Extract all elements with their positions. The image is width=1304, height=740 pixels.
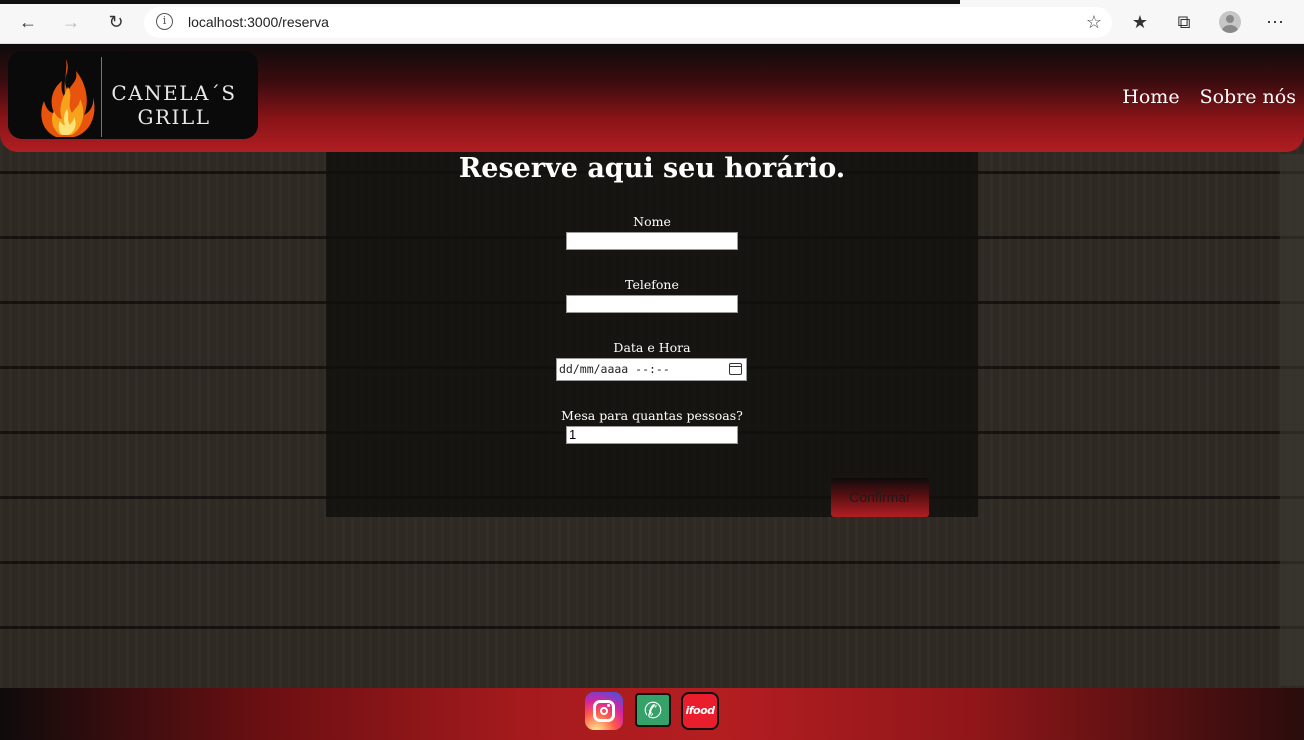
logo-text: CANELA´S GRILL bbox=[108, 81, 240, 129]
instagram-icon[interactable] bbox=[585, 692, 623, 730]
nav-home-link[interactable]: Home bbox=[1122, 86, 1179, 108]
ifood-logo-text: ifood bbox=[685, 704, 715, 717]
favorites-icon[interactable]: ★ bbox=[1127, 9, 1153, 35]
ifood-icon[interactable]: ifood bbox=[681, 692, 719, 730]
site-header: CANELA´S GRILL Home Sobre nós bbox=[0, 44, 1304, 152]
info-icon[interactable]: i bbox=[156, 13, 173, 30]
back-arrow-icon[interactable]: ← bbox=[15, 9, 41, 35]
nav-about-link[interactable]: Sobre nós bbox=[1200, 86, 1296, 108]
calendar-icon[interactable] bbox=[729, 363, 742, 375]
favorite-add-icon[interactable]: ☆ bbox=[1086, 12, 1102, 33]
phone-label: Telefone bbox=[625, 277, 679, 292]
main-nav: Home Sobre nós bbox=[1122, 86, 1296, 108]
collections-icon[interactable]: ⧉ bbox=[1171, 9, 1197, 35]
whatsapp-icon[interactable]: ✆ bbox=[635, 693, 671, 727]
datetime-input[interactable]: dd/mm/aaaa --:-- bbox=[556, 358, 747, 381]
more-icon[interactable]: ⋯ bbox=[1262, 9, 1288, 35]
logo-line2: GRILL bbox=[137, 105, 211, 129]
people-input[interactable]: 1 bbox=[566, 426, 738, 444]
people-label: Mesa para quantas pessoas? bbox=[561, 408, 743, 423]
confirm-button[interactable]: Confirmar bbox=[831, 478, 929, 517]
phone-input[interactable] bbox=[566, 295, 738, 313]
site-footer: ✆ ifood bbox=[0, 688, 1304, 740]
forward-arrow-icon[interactable]: → bbox=[58, 9, 84, 35]
flame-icon bbox=[41, 59, 95, 137]
site-logo[interactable]: CANELA´S GRILL bbox=[8, 51, 258, 139]
datetime-label: Data e Hora bbox=[613, 340, 691, 355]
browser-toolbar: ← → ↻ i localhost:3000/reserva ☆ ★ ⧉ ⋯ bbox=[0, 0, 1304, 44]
reservation-form: Reserve aqui seu horário. Nome Telefone … bbox=[326, 152, 978, 517]
page-body: CANELA´S GRILL Home Sobre nós Reserve aq… bbox=[0, 44, 1304, 740]
address-bar[interactable]: i localhost:3000/reserva ☆ bbox=[144, 7, 1112, 38]
name-input[interactable] bbox=[566, 232, 738, 250]
profile-icon[interactable] bbox=[1219, 11, 1241, 33]
refresh-icon[interactable]: ↻ bbox=[103, 9, 129, 35]
page-title: Reserve aqui seu horário. bbox=[458, 153, 846, 184]
address-url[interactable]: localhost:3000/reserva bbox=[188, 14, 329, 30]
datetime-placeholder: dd/mm/aaaa --:-- bbox=[559, 362, 670, 376]
name-label: Nome bbox=[633, 214, 671, 229]
logo-divider bbox=[101, 57, 102, 137]
logo-line1: CANELA´S bbox=[111, 81, 237, 105]
tab-strip-edge bbox=[0, 0, 960, 4]
page-edge-strip bbox=[1280, 154, 1304, 686]
